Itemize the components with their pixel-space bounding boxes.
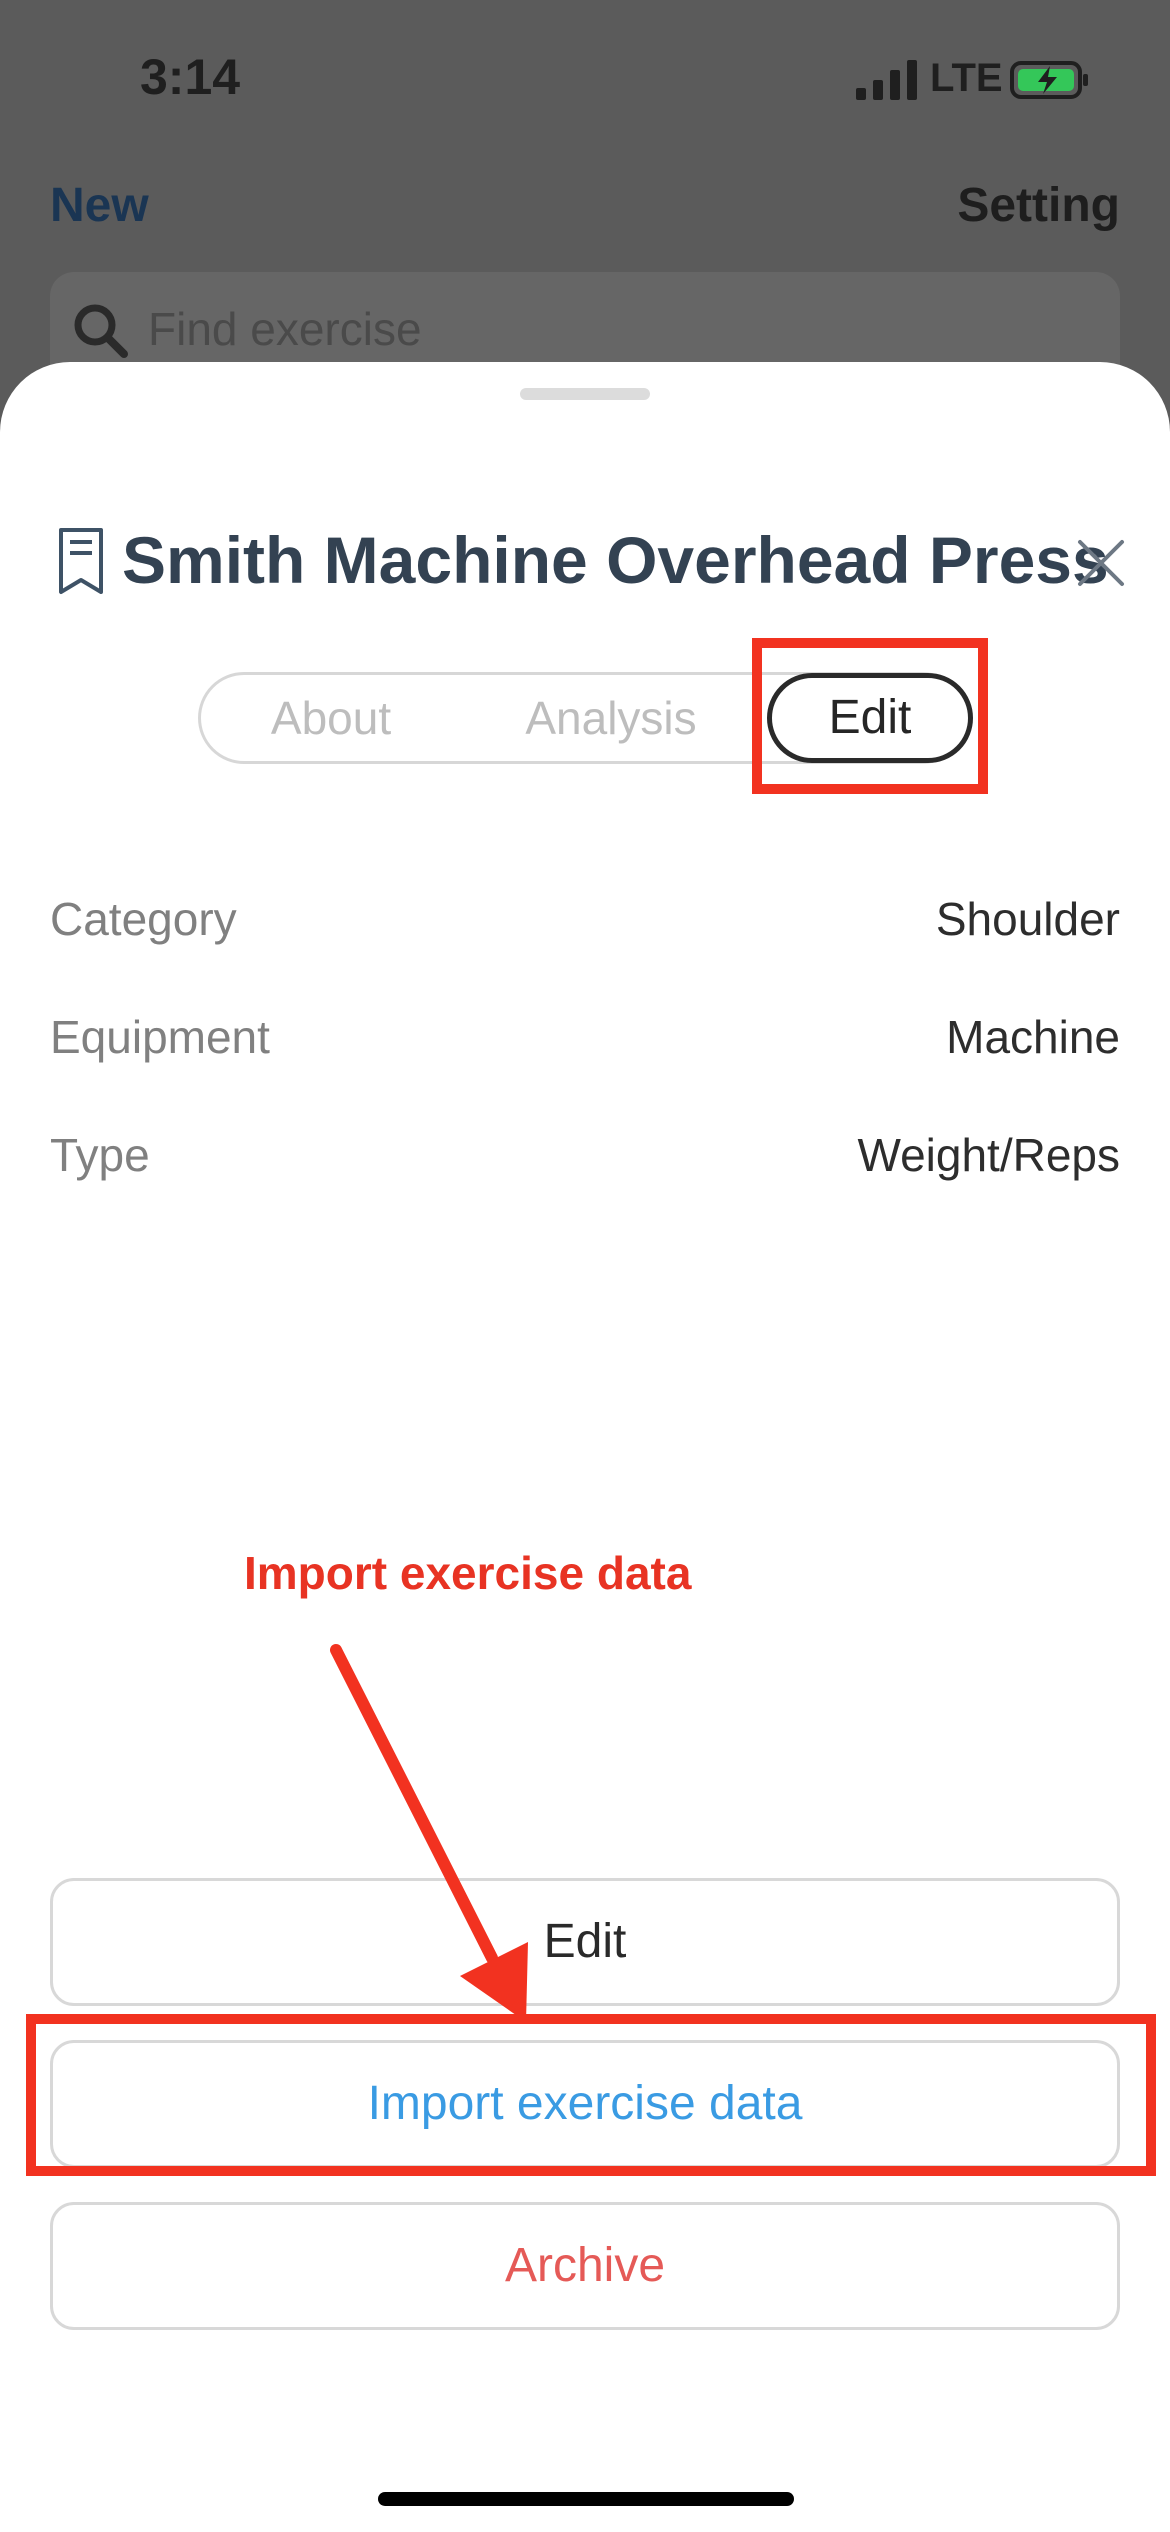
tab-about[interactable]: About	[241, 675, 421, 761]
home-indicator[interactable]	[378, 2492, 794, 2506]
network-type: LTE	[930, 56, 1003, 100]
annotation-label: Import exercise data	[244, 1547, 692, 1599]
cellular-signal-icon	[856, 60, 917, 100]
detail-label: Type	[50, 1129, 150, 1181]
sheet-grabber[interactable]	[520, 388, 650, 400]
close-icon[interactable]	[1074, 536, 1128, 590]
detail-value: Weight/Reps	[857, 1129, 1120, 1181]
detail-value: Machine	[946, 1011, 1120, 1063]
title-row: Smith Machine Overhead Press	[56, 512, 1126, 622]
exercise-title: Smith Machine Overhead Press	[122, 523, 1109, 597]
detail-value: Shoulder	[935, 893, 1120, 945]
search-icon	[74, 304, 128, 358]
nav-setting-button[interactable]: Setting	[957, 178, 1120, 233]
battery-charging-icon	[1010, 61, 1088, 99]
detail-row-type: Type Weight/Reps	[50, 1128, 1120, 1198]
detail-row-category: Category Shoulder	[50, 892, 1120, 962]
bookmark-icon[interactable]	[56, 526, 106, 596]
status-time: 3:14	[140, 49, 241, 105]
tab-analysis[interactable]: Analysis	[491, 675, 731, 761]
edit-tab-highlight-box	[752, 638, 988, 794]
search-input[interactable]: Find exercise	[148, 302, 422, 356]
archive-button[interactable]: Archive	[50, 2202, 1120, 2330]
detail-label: Category	[50, 893, 237, 945]
detail-label: Equipment	[50, 1011, 270, 1063]
detail-row-equipment: Equipment Machine	[50, 1010, 1120, 1080]
import-button-highlight-box	[26, 2014, 1156, 2176]
nav-new-button[interactable]: New	[50, 178, 149, 233]
edit-button[interactable]: Edit	[50, 1878, 1120, 2006]
annotation-arrow-icon	[330, 1644, 528, 2020]
status-bar: 3:14 LTE	[0, 0, 1170, 160]
